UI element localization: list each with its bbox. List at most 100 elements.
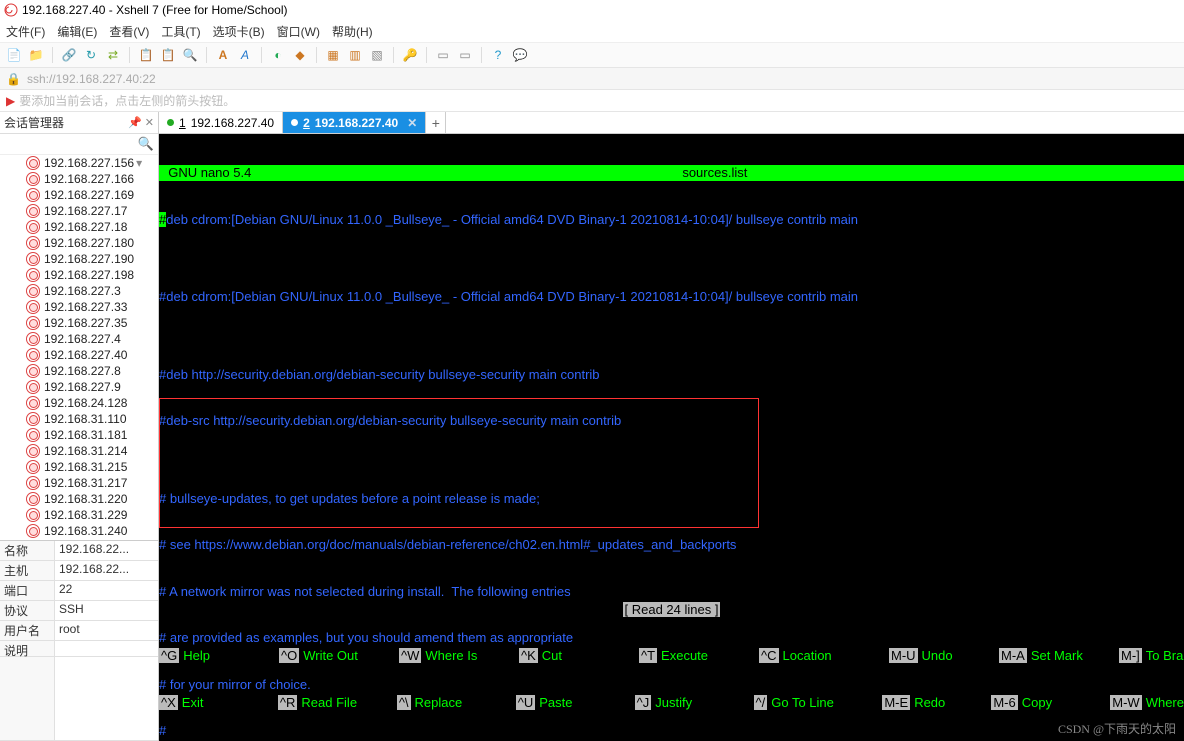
session-icon xyxy=(26,428,40,442)
session-manager: 会话管理器 📌 ✕ 🔍 192.168.227.156▾ 192.168.227… xyxy=(0,112,159,741)
list-item[interactable]: 192.168.227.190 xyxy=(0,251,158,267)
copy-icon[interactable]: 📋 xyxy=(138,47,154,63)
hint-text: 要添加当前会话，点击左侧的箭头按钮。 xyxy=(19,92,235,109)
help-icon[interactable]: ? xyxy=(490,47,506,63)
search-icon[interactable]: 🔍 xyxy=(182,47,198,63)
session-icon xyxy=(26,492,40,506)
menu-edit[interactable]: 编辑(E) xyxy=(57,23,97,40)
list-item[interactable]: 192.168.31.229 xyxy=(0,507,158,523)
list-item[interactable]: 192.168.227.156▾ xyxy=(0,155,158,171)
list-item[interactable]: 192.168.227.8 xyxy=(0,363,158,379)
tile-h-icon[interactable]: ▦ xyxy=(325,47,341,63)
list-item[interactable]: 192.168.227.166 xyxy=(0,171,158,187)
tab-1[interactable]: 1 192.168.227.40 xyxy=(159,112,283,133)
tab-label: 192.168.227.40 xyxy=(191,116,274,130)
layout2-icon[interactable]: ▭ xyxy=(457,47,473,63)
prop-name-key: 名称 xyxy=(0,541,55,560)
search-icon[interactable]: 🔍 xyxy=(138,136,154,152)
list-item[interactable]: 192.168.227.4 xyxy=(0,331,158,347)
separator xyxy=(206,47,207,63)
lock-icon: 🔒 xyxy=(6,72,21,86)
layout-icon[interactable]: ▭ xyxy=(435,47,451,63)
session-properties: 名称192.168.22... 主机192.168.22... 端口22 协议S… xyxy=(0,540,158,741)
flag-icon: ▶ xyxy=(6,94,15,108)
close-icon[interactable]: ✕ xyxy=(407,116,417,130)
paste-icon[interactable]: 📋 xyxy=(160,47,176,63)
tile-v-icon[interactable]: ▥ xyxy=(347,47,363,63)
list-item[interactable]: 192.168.227.18 xyxy=(0,219,158,235)
add-tab-button[interactable]: + xyxy=(426,112,446,133)
panel-controls[interactable]: 📌 ✕ xyxy=(128,116,154,129)
list-item[interactable]: 192.168.24.128 xyxy=(0,395,158,411)
nano-filename: sources.list xyxy=(253,165,1176,181)
session-tree[interactable]: 192.168.227.156▾ 192.168.227.166 192.168… xyxy=(0,155,158,540)
new-session-icon[interactable]: 📄 xyxy=(6,47,22,63)
prop-port-key: 端口 xyxy=(0,581,55,600)
font-style-icon[interactable]: A xyxy=(237,47,253,63)
list-item[interactable]: 192.168.31.214 xyxy=(0,443,158,459)
list-item[interactable]: 192.168.227.40 xyxy=(0,347,158,363)
tab-index: 2 xyxy=(303,116,310,130)
nano-version: GNU nano 5.4 xyxy=(159,165,253,181)
xftp-icon[interactable]: ◐ xyxy=(270,47,286,63)
list-item[interactable]: 192.168.31.215 xyxy=(0,459,158,475)
right-panel: 1 192.168.227.40 2 192.168.227.40 ✕ + GN… xyxy=(159,112,1184,741)
list-item[interactable]: 192.168.227.3 xyxy=(0,283,158,299)
nano-shortcuts-row2: ^XExit ^RRead File ^\Replace ^UPaste ^JJ… xyxy=(159,695,1184,711)
connect-icon[interactable]: 🔗 xyxy=(61,47,77,63)
cascade-icon[interactable]: ▧ xyxy=(369,47,385,63)
separator xyxy=(261,47,262,63)
list-item[interactable]: 192.168.31.110 xyxy=(0,411,158,427)
list-item[interactable]: 192.168.227.180 xyxy=(0,235,158,251)
address-url[interactable]: ssh://192.168.227.40:22 xyxy=(27,72,156,86)
session-icon xyxy=(26,204,40,218)
list-item[interactable]: 192.168.227.35 xyxy=(0,315,158,331)
list-item[interactable]: 192.168.227.17 xyxy=(0,203,158,219)
list-item[interactable]: 192.168.31.217 xyxy=(0,475,158,491)
list-item[interactable]: 192.168.227.169 xyxy=(0,187,158,203)
menu-view[interactable]: 查看(V) xyxy=(109,23,149,40)
tab-index: 1 xyxy=(179,116,186,130)
terminal-line: #deb cdrom:[Debian GNU/Linux 11.0.0 _Bul… xyxy=(159,212,1184,228)
menu-window[interactable]: 窗口(W) xyxy=(277,23,320,40)
prop-desc-key: 说明 xyxy=(0,641,55,656)
status-dot-icon xyxy=(291,119,298,126)
address-bar: 🔒 ssh://192.168.227.40:22 xyxy=(0,68,1184,90)
session-icon xyxy=(26,252,40,266)
session-icon xyxy=(26,316,40,330)
list-item[interactable]: 192.168.31.240 xyxy=(0,523,158,539)
terminal-line: # bullseye-updates, to get updates befor… xyxy=(159,491,1184,507)
terminal[interactable]: GNU nano 5.4 sources.list #deb cdrom:[De… xyxy=(159,134,1184,741)
session-icon xyxy=(26,364,40,378)
menu-file[interactable]: 文件(F) xyxy=(6,23,45,40)
prop-name-val: 192.168.22... xyxy=(55,541,158,560)
title-bar: 192.168.227.40 - Xshell 7 (Free for Home… xyxy=(0,0,1184,20)
reconnect-icon[interactable]: ↻ xyxy=(83,47,99,63)
list-item[interactable]: 192.168.31.181 xyxy=(0,427,158,443)
chat-icon[interactable]: 💬 xyxy=(512,47,528,63)
session-icon xyxy=(26,236,40,250)
session-icon xyxy=(26,348,40,362)
menu-tabs[interactable]: 选项卡(B) xyxy=(213,23,265,40)
session-icon xyxy=(26,508,40,522)
open-folder-icon[interactable]: 📁 xyxy=(28,47,44,63)
list-item[interactable]: 192.168.227.198 xyxy=(0,267,158,283)
terminal-line: #deb-src http://security.debian.org/debi… xyxy=(159,413,1184,429)
session-icon xyxy=(26,300,40,314)
list-item[interactable]: 192.168.227.9 xyxy=(0,379,158,395)
disconnect-icon[interactable]: ⇄ xyxy=(105,47,121,63)
menu-tools[interactable]: 工具(T) xyxy=(161,23,200,40)
separator xyxy=(129,47,130,63)
font-icon[interactable]: A xyxy=(215,47,231,63)
list-item[interactable]: 192.168.227.33 xyxy=(0,299,158,315)
key-icon[interactable]: 🔑 xyxy=(402,47,418,63)
script-icon[interactable]: ◆ xyxy=(292,47,308,63)
session-icon xyxy=(26,444,40,458)
list-item[interactable]: 192.168.31.220 xyxy=(0,491,158,507)
menu-help[interactable]: 帮助(H) xyxy=(332,23,373,40)
prop-proto-key: 协议 xyxy=(0,601,55,620)
prop-host-val: 192.168.22... xyxy=(55,561,158,580)
session-icon xyxy=(26,284,40,298)
tab-2[interactable]: 2 192.168.227.40 ✕ xyxy=(283,112,426,133)
nano-header: GNU nano 5.4 sources.list xyxy=(159,165,1184,181)
